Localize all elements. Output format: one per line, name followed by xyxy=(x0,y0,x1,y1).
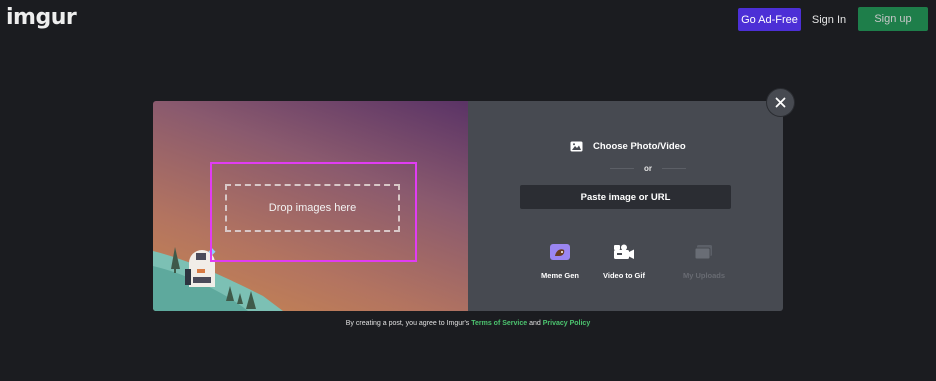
or-label: or xyxy=(644,163,652,173)
footer-and: and xyxy=(529,320,541,327)
sign-in-link[interactable]: Sign In xyxy=(810,8,848,31)
upload-modal: Drop images here Choose Photo/Video or P… xyxy=(153,101,783,311)
close-icon xyxy=(775,97,786,108)
meme-gen-button[interactable]: Meme Gen xyxy=(525,241,595,283)
divider-line-right xyxy=(662,167,686,169)
video-to-gif-label: Video to Gif xyxy=(603,271,645,280)
upload-options-pane: Choose Photo/Video or Paste image or URL… xyxy=(468,101,783,311)
paste-label: Paste image or URL xyxy=(580,191,671,203)
paste-image-url-button[interactable]: Paste image or URL xyxy=(520,185,731,209)
divider-line-left xyxy=(610,167,634,169)
meme-gen-icon xyxy=(550,244,570,260)
images-stack-icon xyxy=(694,245,712,260)
imgur-logo[interactable]: imgur xyxy=(6,5,77,30)
go-ad-free-button[interactable]: Go Ad-Free xyxy=(738,8,801,31)
privacy-policy-link[interactable]: Privacy Policy xyxy=(543,320,590,327)
my-uploads-label: My Uploads xyxy=(682,271,726,280)
drop-zone-highlight[interactable]: Drop images here xyxy=(210,162,417,262)
image-icon xyxy=(570,141,583,151)
or-divider: or xyxy=(598,162,698,174)
video-camera-icon xyxy=(614,244,634,259)
choose-photo-video-button[interactable]: Choose Photo/Video xyxy=(570,139,686,153)
top-bar: imgur Go Ad-Free Sign In Sign up xyxy=(0,0,936,40)
terms-footer: By creating a post, you agree to Imgur's… xyxy=(0,320,936,327)
close-button[interactable] xyxy=(767,89,794,116)
meme-gen-label: Meme Gen xyxy=(541,271,579,280)
choose-photo-video-label: Choose Photo/Video xyxy=(593,140,686,152)
video-to-gif-button[interactable]: Video to Gif xyxy=(589,241,659,283)
terms-of-service-link[interactable]: Terms of Service xyxy=(471,320,527,327)
my-uploads-button[interactable]: My Uploads xyxy=(669,241,739,283)
drop-zone-pane[interactable]: Drop images here xyxy=(153,101,468,311)
drop-images-label: Drop images here xyxy=(268,202,357,214)
sign-up-button[interactable]: Sign up xyxy=(858,7,928,31)
drop-images-area[interactable]: Drop images here xyxy=(225,184,400,232)
footer-prefix: By creating a post, you agree to Imgur's xyxy=(345,320,470,327)
